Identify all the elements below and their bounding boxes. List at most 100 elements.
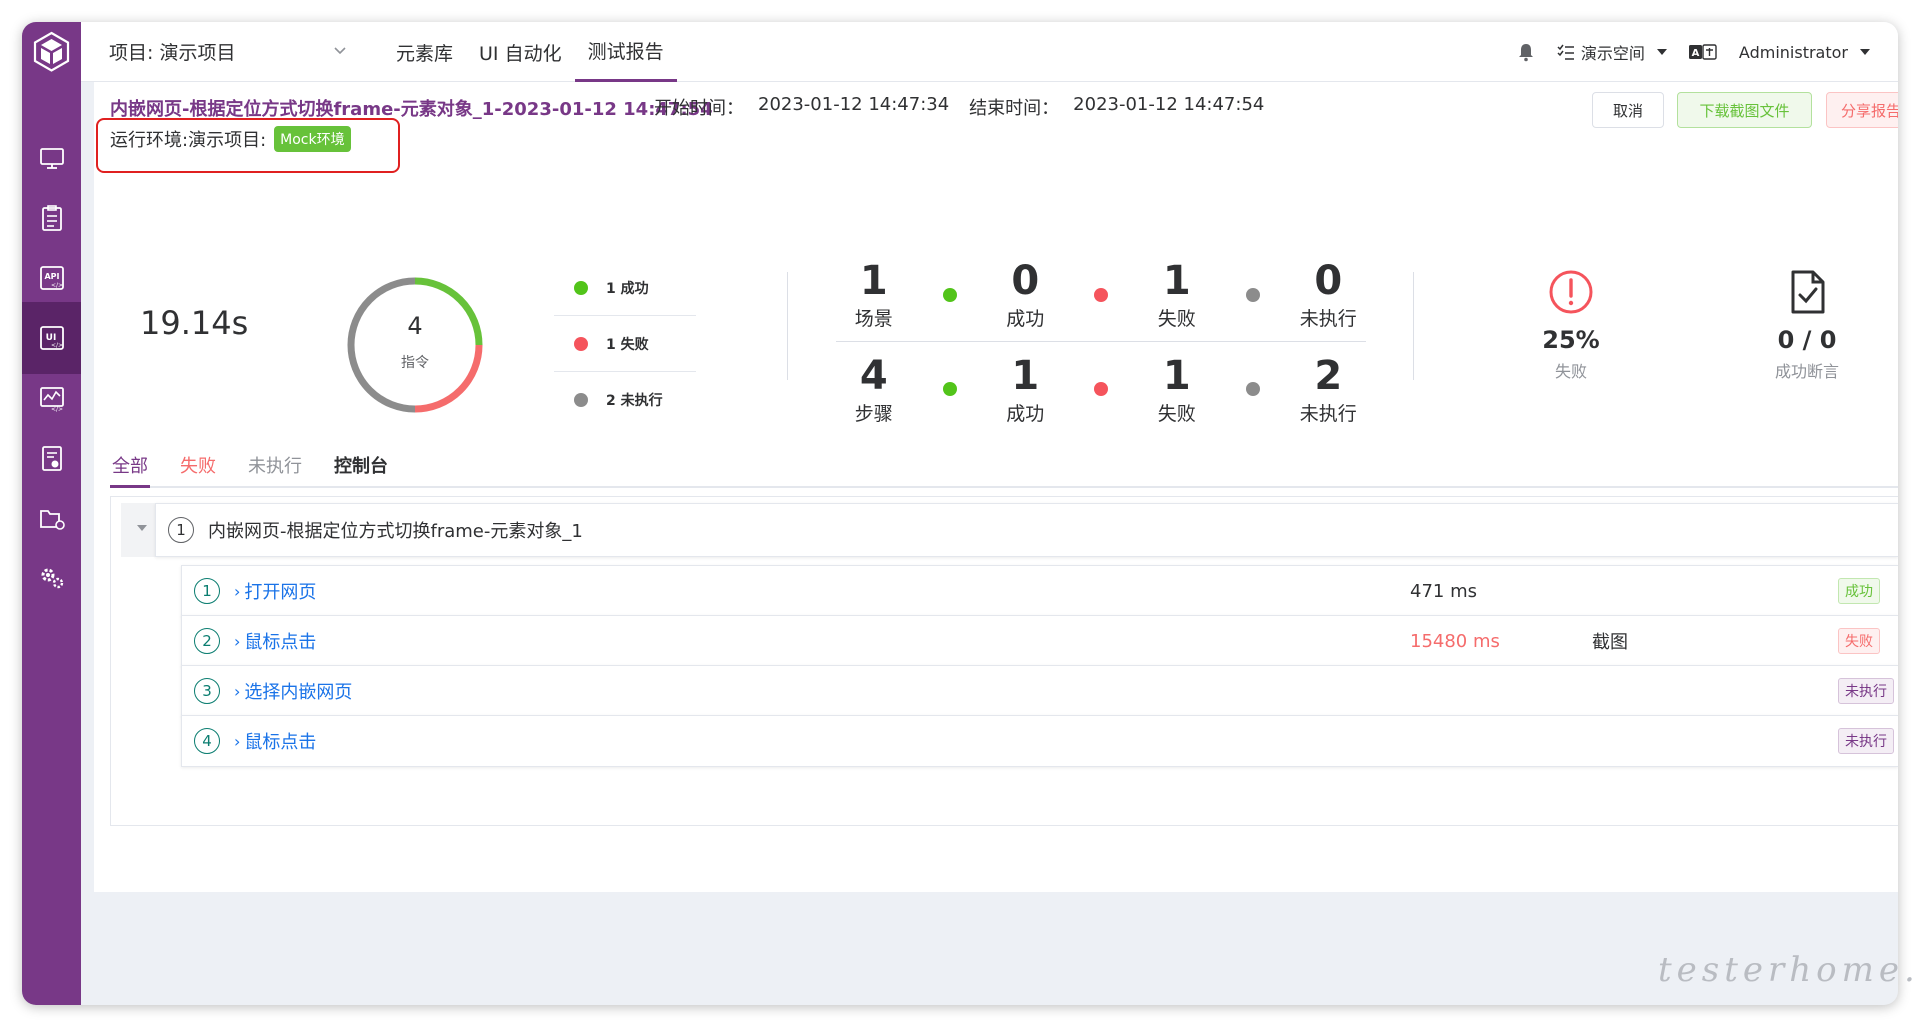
tab-failed[interactable]: 失败 — [178, 452, 218, 488]
legend-pending-label: 2 未执行 — [606, 393, 663, 409]
divider — [787, 272, 788, 380]
run-environment-label: 运行环境:演示项目: — [110, 130, 267, 151]
assertion-summary: 0 / 0 成功断言 — [1737, 268, 1877, 382]
run-environment: 运行环境:演示项目: Mock环境 — [110, 126, 351, 152]
project-selector-label: 项目: 演示项目 — [109, 41, 236, 64]
share-report-button[interactable]: 分享报告 — [1826, 92, 1898, 128]
step-fail: 1 失败 — [1139, 353, 1215, 426]
api-icon: API</> — [39, 266, 64, 290]
bell-icon[interactable] — [1517, 42, 1535, 62]
performance-chart-icon: </> — [39, 387, 64, 413]
result-tabs: 全部 失败 未执行 控制台 — [110, 452, 1898, 488]
start-time-label: 开始时间： — [654, 98, 744, 119]
user-name: Administrator — [1738, 42, 1848, 62]
step-index: 2 — [194, 628, 220, 654]
document-check-icon — [1791, 270, 1825, 314]
success-dot-icon — [574, 280, 588, 295]
list-check-icon — [1557, 44, 1574, 60]
command-total: 4 — [407, 312, 423, 340]
step-link[interactable]: › 打开网页 — [234, 578, 316, 604]
table-row[interactable]: 4 › 鼠标点击 未执行 — [181, 715, 1898, 767]
download-screenshots-button[interactable]: 下载截图文件 — [1677, 92, 1812, 128]
assertion-value: 0 / 0 — [1777, 326, 1837, 354]
sidebar: API </> UI </> </> — [22, 22, 81, 1005]
svg-text:</>: </> — [50, 282, 62, 289]
scenario-row[interactable]: 1 内嵌网页-根据定位方式切换frame-元素对象_1 — [155, 503, 1898, 557]
step-total-label: 步骤 — [854, 402, 893, 425]
report-panel: 内嵌网页-根据定位方式切换frame-元素对象_1-2023-01-12 14:… — [94, 82, 1898, 892]
folder-settings-icon — [39, 510, 65, 530]
caret-down-icon[interactable] — [137, 525, 147, 531]
nav-element-library[interactable]: 元素库 — [383, 22, 466, 82]
step-tree: 1 内嵌网页-根据定位方式切换frame-元素对象_1 1 › 打开网页 471 … — [110, 496, 1898, 826]
svg-text:</>: </> — [50, 406, 62, 413]
cancel-button[interactable]: 取消 — [1592, 92, 1664, 128]
project-selector[interactable]: 项目: 演示项目 — [109, 36, 349, 66]
scenario-index: 1 — [168, 517, 194, 543]
donut-pending-arc — [347, 277, 416, 413]
status-badge: 失败 — [1838, 628, 1880, 654]
workspace-selector[interactable]: 演示空间 — [1557, 40, 1667, 64]
scenario-name: 内嵌网页-根据定位方式切换frame-元素对象_1 — [208, 521, 583, 542]
nav-ui-automation[interactable]: UI 自动化 — [466, 22, 575, 82]
language-switch-icon[interactable]: A — [1688, 44, 1717, 60]
user-menu[interactable]: Administrator — [1739, 43, 1870, 62]
table-row[interactable]: 1 › 打开网页 471 ms 成功 — [181, 565, 1898, 617]
success-dot-icon — [942, 287, 957, 302]
step-success: 1 成功 — [988, 353, 1064, 426]
scenario-success: 0 成功 — [988, 258, 1064, 331]
step-name: 鼠标点击 — [244, 632, 317, 653]
end-time: 2023-01-12 14:47:54 — [1073, 94, 1265, 115]
scenario-pending-value: 0 — [1314, 258, 1343, 304]
top-nav: 元素库 UI 自动化 测试报告 — [383, 22, 677, 82]
pending-dot-icon — [1245, 287, 1260, 302]
monitor-icon — [39, 148, 64, 169]
step-link[interactable]: › 鼠标点击 — [234, 628, 316, 654]
step-index: 1 — [194, 578, 220, 604]
tab-not-executed[interactable]: 未执行 — [246, 452, 304, 488]
scenario-fail-label: 失败 — [1157, 308, 1196, 330]
step-duration: 471 ms — [1410, 580, 1477, 602]
svg-text:A: A — [1692, 48, 1700, 59]
caret-down-icon — [1656, 49, 1667, 55]
step-link[interactable]: › 选择内嵌网页 — [234, 678, 352, 704]
chevron-right-icon: › — [234, 581, 241, 601]
step-pending-label: 未执行 — [1299, 402, 1357, 425]
fail-rate-summary: 25% 失败 — [1501, 268, 1641, 382]
screenshot-link[interactable]: 截图 — [1592, 628, 1628, 654]
step-link[interactable]: › 鼠标点击 — [234, 728, 316, 754]
report-icon — [41, 446, 62, 471]
table-row[interactable]: 2 › 鼠标点击 15480 ms 截图 失败 — [181, 615, 1898, 667]
divider — [1413, 272, 1414, 380]
clipboard-icon — [41, 205, 62, 231]
report-times: 开始时间： 2023-01-12 14:47:34 结束时间： 2023-01-… — [654, 94, 1264, 120]
step-fail-value: 1 — [1162, 352, 1191, 399]
top-header: 项目: 演示项目 元素库 UI 自动化 测试报告 演示空间 A Administ… — [81, 22, 1898, 82]
scenario-fail-value: 1 — [1162, 258, 1191, 304]
metersphere-logo-icon[interactable] — [30, 30, 73, 73]
scenario-stats: 1 场景 0 成功 1 失败 0 未执行 — [836, 248, 1366, 342]
start-time: 2023-01-12 14:47:34 — [758, 94, 950, 115]
step-name: 选择内嵌网页 — [244, 682, 353, 703]
watermark: testerhome.com — [1658, 950, 1920, 990]
step-success-value: 1 — [1011, 352, 1040, 399]
stat-grid: 1 场景 0 成功 1 失败 0 未执行 4 步骤 1 成功 1 失败 2 未执行 — [836, 248, 1366, 436]
table-row[interactable]: 3 › 选择内嵌网页 未执行 — [181, 665, 1898, 717]
command-legend: 1 成功 1 失败 2 未执行 — [554, 260, 696, 428]
ui-icon: UI</> — [39, 326, 64, 350]
scenario-total-label: 场景 — [854, 308, 893, 330]
scenario-total-value: 1 — [859, 258, 888, 304]
step-name: 鼠标点击 — [244, 732, 317, 753]
fail-dot-icon — [574, 336, 588, 351]
nav-test-report[interactable]: 测试报告 — [574, 22, 677, 82]
scenario-pending: 0 未执行 — [1291, 258, 1367, 331]
fail-rate-label: 失败 — [1554, 362, 1587, 381]
scenario-success-label: 成功 — [1006, 308, 1045, 330]
tab-console[interactable]: 控制台 — [332, 452, 390, 488]
caret-down-icon — [1860, 49, 1870, 55]
fail-dot-icon — [1094, 287, 1108, 302]
tab-all[interactable]: 全部 — [110, 452, 150, 488]
step-duration: 15480 ms — [1410, 630, 1500, 652]
sidebar-item-settings[interactable] — [22, 542, 81, 614]
assertion-label: 成功断言 — [1774, 362, 1839, 381]
